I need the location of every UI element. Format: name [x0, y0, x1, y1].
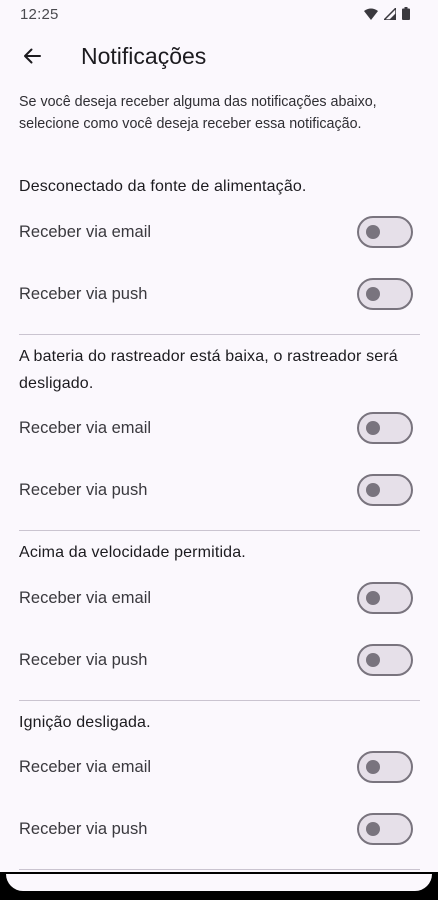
divider	[19, 530, 420, 531]
option-label: Receber via push	[19, 651, 148, 669]
nav-handle	[6, 874, 432, 891]
section-title: Desconectado da fonte de alimentação.	[19, 178, 307, 195]
option-label: Receber via email	[19, 419, 152, 437]
email-toggle[interactable]	[357, 751, 413, 783]
option-label: Receber via push	[19, 820, 148, 838]
section-title: Ignição desligada.	[19, 714, 151, 731]
status-icons	[364, 6, 410, 25]
push-toggle[interactable]	[357, 474, 413, 506]
push-toggle[interactable]	[357, 278, 413, 310]
status-bar: 12:25	[0, 0, 438, 30]
app-bar: Notificações	[0, 30, 438, 86]
option-row-push: Receber via push	[0, 271, 438, 321]
option-row-push: Receber via push	[0, 637, 438, 687]
option-label: Receber via email	[19, 758, 152, 776]
divider	[19, 334, 420, 335]
page-title: Notificações	[81, 43, 207, 69]
toggle-knob	[366, 225, 380, 239]
battery-icon	[402, 7, 410, 25]
divider	[19, 869, 420, 870]
option-row-email: Receber via email	[0, 575, 438, 625]
toggle-knob	[366, 591, 380, 605]
system-nav-bar	[0, 872, 438, 900]
option-label: Receber via email	[19, 589, 152, 607]
wifi-icon	[364, 7, 378, 25]
email-toggle[interactable]	[357, 216, 413, 248]
option-row-email: Receber via email	[0, 405, 438, 455]
intro-text: Se você deseja receber alguma das notifi…	[19, 94, 377, 132]
option-label: Receber via email	[19, 223, 152, 241]
section-title: Acima da velocidade permitida.	[19, 544, 246, 561]
push-toggle[interactable]	[357, 644, 413, 676]
toggle-knob	[366, 287, 380, 301]
divider	[19, 700, 420, 701]
option-label: Receber via push	[19, 481, 148, 499]
signal-icon	[382, 6, 397, 25]
toggle-knob	[366, 483, 380, 497]
option-row-email: Receber via email	[0, 744, 438, 794]
status-time: 12:25	[20, 6, 59, 23]
option-row-push: Receber via push	[0, 806, 438, 856]
option-label: Receber via push	[19, 285, 148, 303]
email-toggle[interactable]	[357, 582, 413, 614]
toggle-knob	[366, 653, 380, 667]
section-title: A bateria do rastreador está baixa, o ra…	[19, 348, 398, 392]
toggle-knob	[366, 822, 380, 836]
back-button[interactable]	[12, 38, 52, 78]
toggle-knob	[366, 421, 380, 435]
toggle-knob	[366, 760, 380, 774]
arrow-left-icon	[22, 46, 42, 71]
push-toggle[interactable]	[357, 813, 413, 845]
option-row-push: Receber via push	[0, 467, 438, 517]
option-row-email: Receber via email	[0, 209, 438, 259]
email-toggle[interactable]	[357, 412, 413, 444]
